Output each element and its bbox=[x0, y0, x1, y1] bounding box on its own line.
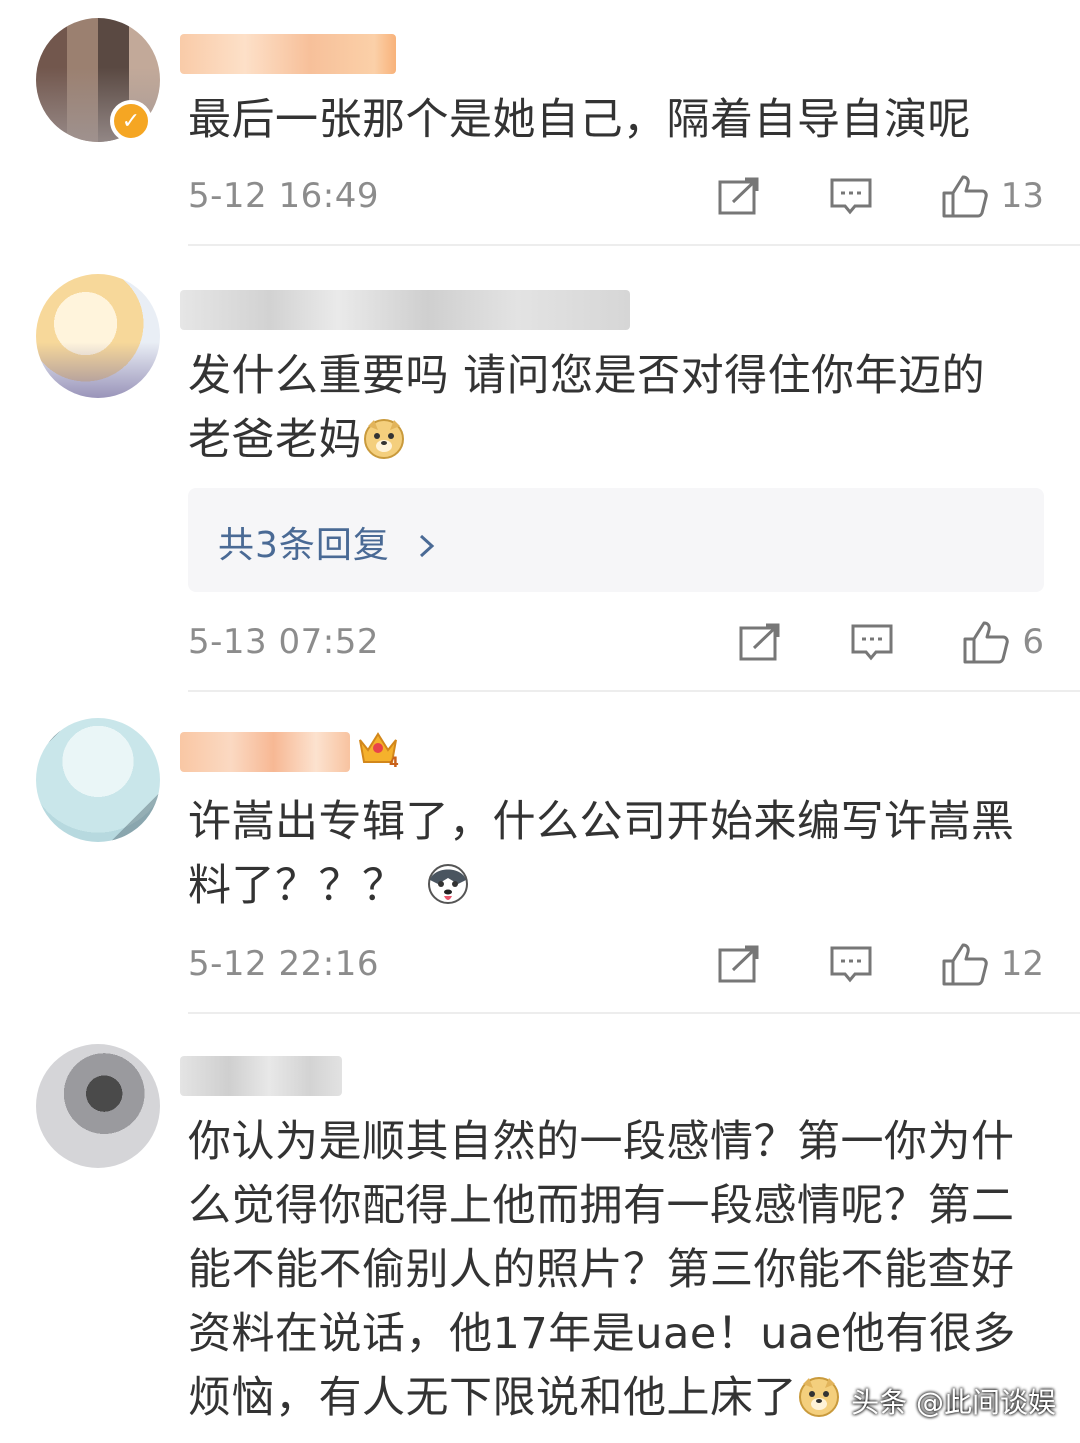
comment-text-line: 能不能不偷别人的照片？第三你能不能查好 bbox=[188, 1245, 1015, 1295]
like-count: 13 bbox=[1000, 176, 1044, 216]
doge-emoji-icon bbox=[364, 419, 404, 459]
username[interactable] bbox=[180, 290, 630, 330]
reply-button[interactable] bbox=[827, 176, 875, 216]
watermark: 头条 @此间谈娱 bbox=[851, 1386, 1056, 1419]
like-count: 12 bbox=[1000, 944, 1044, 984]
share-button[interactable] bbox=[715, 176, 763, 216]
avatar[interactable] bbox=[36, 274, 160, 398]
avatar[interactable] bbox=[36, 1044, 160, 1168]
reply-button[interactable] bbox=[848, 622, 896, 662]
thumbs-up-icon bbox=[963, 621, 1010, 664]
comment-text-line: 发什么重要吗 请问您是否对得住你年迈的 bbox=[188, 351, 986, 401]
username[interactable] bbox=[180, 732, 350, 772]
share-button[interactable] bbox=[715, 944, 763, 984]
comment-actions: 6 bbox=[736, 618, 1044, 666]
comment-icon bbox=[851, 624, 893, 661]
replies-link[interactable]: 共3条回复 bbox=[188, 488, 1044, 592]
like-count: 6 bbox=[1022, 622, 1044, 662]
comment-text: 许嵩出专辑了，什么公司开始来编写许嵩黑 料了？？？ bbox=[188, 790, 1044, 918]
reply-button[interactable] bbox=[827, 944, 875, 984]
username[interactable] bbox=[180, 34, 396, 74]
avatar[interactable] bbox=[36, 718, 160, 842]
comment-time: 5-12 16:49 bbox=[188, 176, 379, 216]
share-icon bbox=[718, 177, 759, 215]
share-button[interactable] bbox=[736, 622, 784, 662]
doge-emoji-icon bbox=[799, 1377, 839, 1417]
chevron-right-icon bbox=[420, 534, 435, 558]
verified-badge-icon: ✓ bbox=[110, 100, 152, 142]
comment-1: ✓ 最后一张那个是她自己，隔着自导自演呢 5-12 16:49 13 bbox=[0, 0, 1080, 246]
crown-badge-icon: 4 bbox=[359, 732, 399, 770]
comment-text-line: 许嵩出专辑了，什么公司开始来编写许嵩黑 bbox=[188, 797, 1015, 847]
comment-text-line: 料了？？？ bbox=[188, 854, 1044, 918]
comment-text: 发什么重要吗 请问您是否对得住你年迈的 老爸老妈 bbox=[188, 344, 1044, 472]
comment-text: 最后一张那个是她自己，隔着自导自演呢 bbox=[188, 95, 971, 145]
share-icon bbox=[718, 945, 759, 983]
comment-actions: 13 bbox=[715, 172, 1044, 220]
comment-actions: 12 bbox=[715, 940, 1044, 988]
comment-text-line: 老爸老妈 bbox=[188, 408, 1044, 472]
comment-4: 你认为是顺其自然的一段感情？第一你为什 么觉得你配得上他而拥有一段感情呢？第二 … bbox=[0, 1014, 1080, 1443]
comment-2: 发什么重要吗 请问您是否对得住你年迈的 老爸老妈 共3条回复 5-13 07:5… bbox=[0, 246, 1080, 692]
comment-icon bbox=[830, 178, 872, 215]
comment-text-line: 么觉得你配得上他而拥有一段感情呢？第二 bbox=[188, 1181, 1015, 1231]
share-icon bbox=[739, 623, 780, 661]
comment-time: 5-13 07:52 bbox=[188, 622, 379, 662]
comment-time: 5-12 22:16 bbox=[188, 944, 379, 984]
comment-text-line: 你认为是顺其自然的一段感情？第一你为什 bbox=[188, 1117, 1015, 1167]
thumbs-up-icon bbox=[942, 175, 988, 218]
like-button[interactable]: 6 bbox=[962, 619, 1044, 665]
like-button[interactable]: 12 bbox=[941, 941, 1044, 987]
username[interactable] bbox=[180, 1056, 342, 1096]
svg-text:4: 4 bbox=[389, 755, 399, 770]
comment-icon bbox=[830, 946, 872, 983]
comment-3: 4 许嵩出专辑了，什么公司开始来编写许嵩黑 料了？？？ 5-12 22:16 1… bbox=[0, 692, 1080, 1014]
husky-emoji-icon bbox=[427, 864, 468, 904]
like-button[interactable]: 13 bbox=[941, 173, 1044, 219]
replies-label: 共3条回复 bbox=[218, 516, 438, 568]
comment-text-line: 资料在说话，他17年是uae！uae他有很多 bbox=[188, 1309, 1016, 1359]
thumbs-up-icon bbox=[942, 943, 988, 986]
